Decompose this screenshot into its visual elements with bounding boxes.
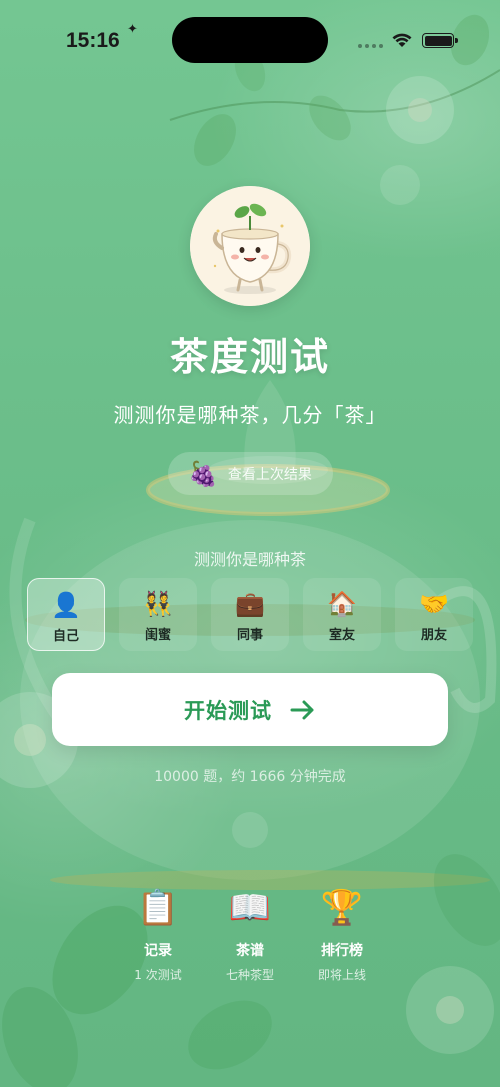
test-duration-hint: 10000 题，约 1666 分钟完成 [154,769,346,785]
wifi-icon [392,33,412,47]
house-icon: 🏠 [327,590,357,618]
clipboard-icon: 📋 [136,888,180,928]
teacup-mascot-icon [190,186,310,306]
target-option-label: 闺蜜 [144,628,171,643]
nav-leaderboard[interactable]: 🏆 排行榜 即将上线 [294,886,390,983]
nav-tea-catalog-title: 茶谱 [236,943,264,959]
target-option-coworker[interactable]: 💼 同事 [211,578,289,651]
target-option-besties[interactable]: 👯 闺蜜 [119,578,197,651]
target-option-self[interactable]: 👤 自己 [27,578,105,651]
nav-tea-catalog-subtitle: 七种茶型 [225,968,274,982]
open-book-icon: 📖 [228,888,272,928]
app-subtitle: 测测你是哪种茶，几分「茶」 [113,403,387,427]
nav-records[interactable]: 📋 记录 1 次测试 [110,886,206,983]
target-option-friend[interactable]: 🤝 朋友 [395,578,473,651]
target-section-label: 测测你是哪种茶 [193,550,306,569]
view-last-result-label: 查看上次结果 [227,466,312,483]
trophy-icon: 🏆 [320,888,364,928]
cellular-icon [358,44,383,48]
grape-icon: 🍇 [188,459,218,488]
start-test-label: 开始测试 [184,698,272,723]
sparkle-icon: ✦ [127,22,138,37]
target-option-label: 朋友 [420,628,447,643]
target-option-label: 同事 [236,628,263,643]
start-test-button[interactable]: 开始测试 [52,673,448,746]
bottom-nav: 📋 记录 1 次测试 📖 茶谱 七种茶型 🏆 排行榜 即将上线 [110,886,390,986]
arrow-right-icon [290,700,314,719]
dynamic-island [172,17,328,63]
target-option-label: 室友 [328,628,355,643]
nav-leaderboard-subtitle: 即将上线 [317,968,366,982]
view-last-result-button[interactable]: 🍇 查看上次结果 [168,452,333,495]
target-selector: 👤 自己 👯 闺蜜 💼 同事 🏠 室友 🤝 朋友 [27,578,475,652]
target-option-label: 自己 [52,629,79,644]
status-bar: 15:16 ✦ [0,0,500,80]
besties-icon: 👯 [143,590,173,618]
briefcase-icon: 💼 [235,590,265,618]
nav-tea-catalog[interactable]: 📖 茶谱 七种茶型 [202,886,298,983]
person-icon: 👤 [51,591,81,619]
nav-leaderboard-title: 排行榜 [321,943,363,959]
handshake-icon: 🤝 [419,590,449,618]
target-option-roommate[interactable]: 🏠 室友 [303,578,381,651]
nav-records-title: 记录 [144,943,172,959]
nav-records-subtitle: 1 次测试 [134,968,182,982]
status-time: 15:16 [66,29,120,52]
battery-icon [422,33,458,48]
app-title: 茶度测试 [169,335,330,379]
